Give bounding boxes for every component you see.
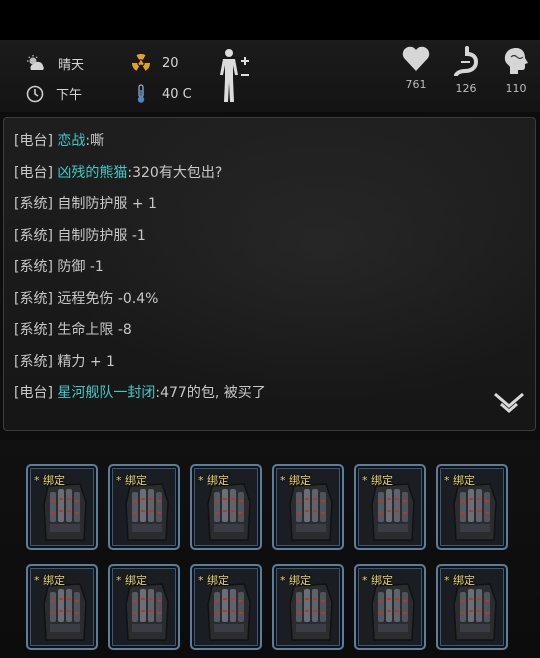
thermometer-icon [137,84,145,103]
chat-message: [系统] 精力 + 1 [14,351,115,371]
inventory-slot[interactable]: * 绑定 [354,464,426,550]
brain-icon [504,48,528,74]
weather-status: 晴天 [26,54,84,73]
inventory-slot[interactable]: * 绑定 [354,564,426,650]
chat-sender-name[interactable]: 恋战 [57,133,85,149]
chat-sender-name[interactable]: 凶残的熊猫 [57,165,127,181]
bound-tag: * 绑定 [280,574,311,587]
radiation-status: 20 [132,54,179,72]
chat-text: :嘶 [85,133,105,149]
body-status-button[interactable] [215,48,251,108]
bound-tag: * 绑定 [444,574,475,587]
bound-tag: * 绑定 [280,474,311,487]
inventory-slot[interactable]: * 绑定 [108,464,180,550]
temperature-value: 40 C [162,86,192,102]
bound-tag: * 绑定 [362,474,393,487]
chat-text: 防御 -1 [57,259,104,275]
weather-label: 晴天 [58,58,85,73]
inventory-slot[interactable]: * 绑定 [436,564,508,650]
chat-message: [系统] 防御 -1 [14,256,104,276]
chat-channel: [电台] [14,133,53,149]
inventory-panel: * 绑定 * 绑定 * 绑定 * 绑定 * 绑定 * 绑定 * 绑定 * 绑定 * 绑定 * 绑定… [0,440,540,658]
radiation-value: 20 [162,55,179,71]
chat-text: :477的包, 被买了 [155,385,266,401]
body-figure-icon [220,49,249,102]
temperature-status: 40 C [132,84,192,104]
chat-text: 自制防护服 -1 [57,227,146,244]
scroll-down-button[interactable] [493,392,525,418]
chat-channel: [系统] [14,290,53,307]
double-chevron-down-icon [494,392,524,413]
heart-icon [402,46,430,71]
chat-channel: [系统] [14,322,53,338]
chat-message: [电台] 凶残的熊猫:320有大包出? [14,162,222,182]
inventory-slot[interactable]: * 绑定 [272,464,344,550]
stomach-icon [454,46,479,77]
time-label: 下午 [56,88,83,103]
chat-channel: [系统] [14,196,53,212]
top-black-bar [0,0,540,40]
time-status: 下午 [26,84,82,103]
chat-text: 精力 + 1 [57,353,115,370]
bound-tag: * 绑定 [362,574,393,587]
inventory-slot[interactable]: * 绑定 [272,564,344,650]
hunger-vital: 126 [444,46,488,95]
health-value: 761 [405,78,427,91]
inventory-slot[interactable]: * 绑定 [436,464,508,550]
chat-channel: [系统] [14,227,53,244]
bound-tag: * 绑定 [444,474,475,487]
health-vital: 761 [394,46,438,91]
bound-tag: * 绑定 [34,574,65,587]
status-bar: 晴天 下午 20 40 C 761 126 110 [0,40,540,112]
chat-sender-name[interactable]: 星河舰队一封闭 [57,385,155,401]
chat-message: [电台] 星河舰队一封闭:477的包, 被买了 [14,382,266,402]
bound-tag: * 绑定 [198,474,229,487]
chat-message: [系统] 自制防护服 -1 [14,225,146,245]
clock-icon [26,85,44,102]
inventory-slot[interactable]: * 绑定 [190,464,262,550]
chat-channel: [系统] [14,353,53,370]
chat-channel: [系统] [14,259,53,275]
inventory-slot[interactable]: * 绑定 [26,464,98,550]
chat-text: 远程免伤 -0.4% [57,290,159,307]
chat-text: 生命上限 -8 [57,322,132,338]
sanity-value: 110 [505,82,527,95]
chat-message: [电台] 恋战:嘶 [14,130,104,150]
chat-message: [系统] 生命上限 -8 [14,319,132,339]
cloud-sun-icon [27,54,44,70]
chat-text: :320有大包出? [127,164,223,181]
chat-message: [系统] 远程免伤 -0.4% [14,288,158,308]
inventory-slot[interactable]: * 绑定 [108,564,180,650]
chat-text: 自制防护服 + 1 [57,196,157,212]
bound-tag: * 绑定 [116,474,147,487]
bound-tag: * 绑定 [198,574,229,587]
inventory-slot[interactable]: * 绑定 [26,564,98,650]
chat-channel: [电台] [14,385,53,401]
inventory-slot[interactable]: * 绑定 [190,564,262,650]
chat-panel[interactable]: [电台] 恋战:嘶 [电台] 凶残的熊猫:320有大包出? [系统] 自制防护服 +… [3,117,536,431]
bound-tag: * 绑定 [34,474,65,487]
chat-channel: [电台] [14,164,53,181]
chat-message: [系统] 自制防护服 + 1 [14,193,157,213]
bound-tag: * 绑定 [116,574,147,587]
sanity-vital: 110 [494,46,538,95]
hunger-value: 126 [455,82,477,95]
radiation-icon [132,54,150,71]
